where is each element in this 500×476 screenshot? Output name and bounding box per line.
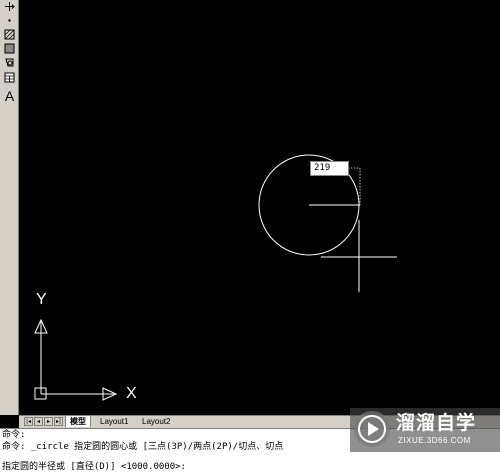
draw-toolbar: A (0, 0, 19, 415)
first-tab-icon[interactable]: |◂ (24, 417, 33, 426)
multiline-text-icon[interactable]: A (3, 89, 16, 104)
watermark-title: 溜溜自学 (396, 412, 477, 434)
drawing-canvas[interactable]: 219 Y X (19, 0, 500, 415)
table-icon[interactable] (3, 71, 16, 84)
gradient-icon[interactable] (3, 42, 16, 55)
tab-model[interactable]: 模型 (65, 416, 91, 427)
last-tab-icon[interactable]: ▸| (54, 417, 63, 426)
watermark: 溜溜自学 ZIXUE.3D66.COM (350, 408, 500, 452)
radius-input-tooltip[interactable]: 219 (310, 161, 349, 176)
command-history-line-1: 命令: (2, 430, 26, 440)
next-tab-icon[interactable]: ▸ (44, 417, 53, 426)
prev-tab-icon[interactable]: ◂ (34, 417, 43, 426)
tab-layout2[interactable]: Layout2 (138, 416, 174, 427)
point-icon[interactable] (3, 14, 16, 27)
command-history-line-2: 命令: _circle 指定圆的圆心或 [三点(3P)/两点(2P)/切点、切点 (2, 442, 284, 452)
ucs-x-label: X (126, 385, 137, 402)
region-icon[interactable] (3, 56, 16, 69)
move-icon[interactable] (3, 0, 16, 13)
tab-layout1[interactable]: Layout1 (96, 416, 132, 427)
watermark-url: ZIXUE.3D66.COM (398, 436, 471, 445)
command-prompt[interactable]: 指定圆的半径或 [直径(D)] <1000.0000>: (2, 462, 186, 473)
watermark-logo-icon (354, 411, 390, 447)
hatch-icon[interactable] (3, 28, 16, 41)
ucs-icon (34, 318, 118, 401)
ucs-y-label: Y (36, 291, 47, 308)
canvas-graphics (34, 154, 397, 401)
